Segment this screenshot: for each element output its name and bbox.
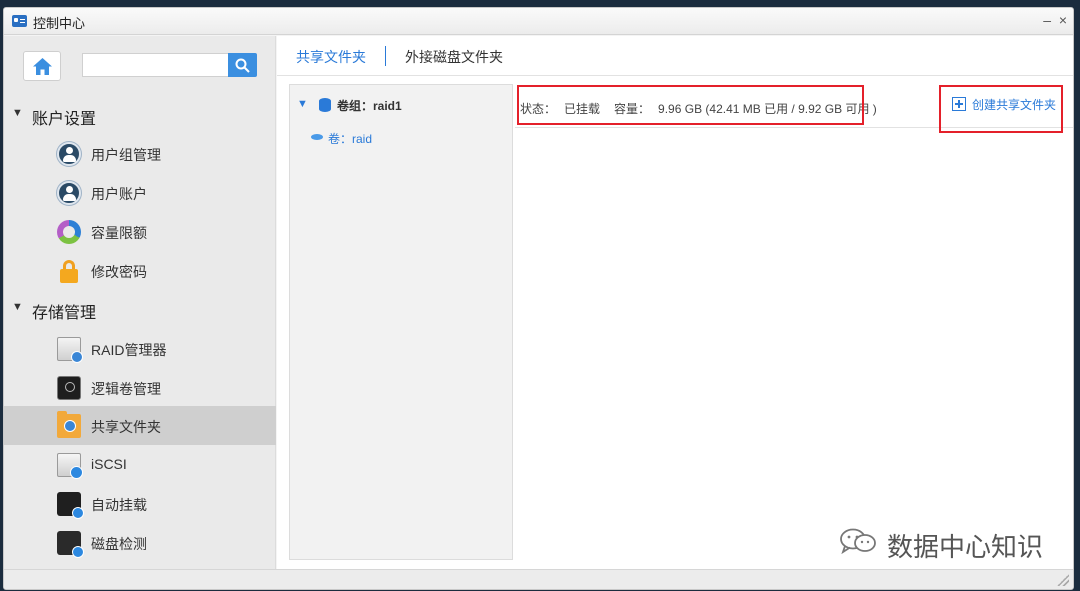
sidebar-item-label: 逻辑卷管理 bbox=[91, 381, 161, 397]
sidebar-item-change-password[interactable]: 修改密码 bbox=[4, 251, 276, 290]
home-icon bbox=[33, 58, 52, 75]
sidebar-item-shared-folders[interactable]: 共享文件夹 bbox=[4, 406, 276, 445]
sidebar-item-disk-check[interactable]: 磁盘检测 bbox=[4, 523, 276, 562]
create-highlight-box bbox=[939, 85, 1063, 133]
sidebar-item-user-accounts[interactable]: 用户账户 bbox=[4, 173, 276, 212]
watermark-text: 数据中心知识 bbox=[887, 533, 1044, 563]
disk-check-icon bbox=[57, 531, 84, 558]
section-account-settings[interactable]: ▼ 账户设置 bbox=[4, 100, 276, 130]
section-title: 存储管理 bbox=[32, 305, 97, 322]
sidebar-item-raid-manager[interactable]: RAID管理器 bbox=[4, 329, 276, 368]
tab-external-disk-folders[interactable]: 外接磁盘文件夹 bbox=[405, 47, 503, 67]
tree-node-volume[interactable]: 卷：raid bbox=[290, 128, 512, 148]
volume-label: 卷：raid bbox=[328, 132, 373, 146]
sidebar-item-label: 容量限额 bbox=[91, 225, 147, 241]
sidebar-item-auto-mount[interactable]: 自动挂载 bbox=[4, 484, 276, 523]
sidebar-item-label: 用户账户 bbox=[91, 186, 147, 202]
raid-icon bbox=[57, 337, 83, 363]
window-title: 控制中心 bbox=[33, 16, 86, 31]
volume-icon bbox=[311, 134, 323, 140]
sidebar-item-quota[interactable]: 容量限额 bbox=[4, 212, 276, 251]
tree-node-volume-group[interactable]: ▼ 卷组：raid1 bbox=[290, 95, 512, 117]
caret-down-icon[interactable]: ▼ bbox=[297, 98, 308, 110]
sidebar-item-lvm[interactable]: 逻辑卷管理 bbox=[4, 368, 276, 407]
home-button[interactable] bbox=[23, 51, 61, 81]
search-button[interactable] bbox=[228, 53, 257, 77]
tab-bar: 共享文件夹 外接磁盘文件夹 bbox=[277, 36, 1073, 76]
volume-tree: ▼ 卷组：raid1 卷：raid bbox=[289, 84, 513, 560]
iscsi-icon bbox=[57, 453, 83, 479]
tab-divider bbox=[385, 46, 386, 66]
resize-grip-icon[interactable] bbox=[1057, 574, 1069, 586]
search-input[interactable] bbox=[82, 53, 228, 77]
tab-shared-folders[interactable]: 共享文件夹 bbox=[296, 47, 366, 67]
caret-down-icon: ▼ bbox=[12, 107, 23, 119]
shared-folder-icon bbox=[57, 411, 81, 438]
sidebar: ▼ 账户设置 用户组管理 用户账户 容量限额 修改密码 ▼ 存储管理 RAID管… bbox=[4, 36, 276, 569]
close-button[interactable]: × bbox=[1059, 12, 1067, 28]
sidebar-item-label: RAID管理器 bbox=[91, 342, 167, 358]
sidebar-item-label: 自动挂载 bbox=[91, 497, 147, 513]
sidebar-item-label: 共享文件夹 bbox=[91, 419, 161, 435]
status-bar bbox=[4, 569, 1073, 589]
user-group-icon bbox=[57, 142, 81, 166]
sidebar-item-iscsi[interactable]: iSCSI bbox=[4, 445, 276, 484]
control-center-window: 控制中心 – × ▼ 账户设置 用户组管理 用户账户 容量限额 修改密码 ▼ 存… bbox=[3, 7, 1074, 590]
user-account-icon bbox=[57, 181, 81, 205]
section-title: 账户设置 bbox=[32, 111, 97, 128]
quota-icon bbox=[57, 220, 81, 244]
lock-icon bbox=[57, 259, 81, 283]
sidebar-item-user-groups[interactable]: 用户组管理 bbox=[4, 134, 276, 173]
wechat-icon bbox=[840, 528, 876, 554]
main-panel: 共享文件夹 外接磁盘文件夹 ▼ 卷组：raid1 卷：raid 状态： 已挂载 容量… bbox=[277, 36, 1073, 569]
sidebar-item-label: 修改密码 bbox=[91, 264, 147, 280]
title-bar[interactable]: 控制中心 – × bbox=[4, 8, 1073, 35]
volume-group-label: 卷组：raid1 bbox=[337, 99, 402, 113]
search-icon bbox=[235, 58, 250, 73]
sidebar-item-label: 用户组管理 bbox=[91, 147, 161, 163]
control-center-icon bbox=[12, 15, 27, 27]
info-highlight-box bbox=[517, 85, 864, 125]
section-storage-management[interactable]: ▼ 存储管理 bbox=[4, 294, 276, 324]
sidebar-item-label: iSCSI bbox=[91, 456, 127, 472]
sidebar-item-label: 磁盘检测 bbox=[91, 536, 147, 552]
auto-mount-icon bbox=[57, 492, 84, 519]
minimize-button[interactable]: – bbox=[1043, 12, 1051, 28]
caret-down-icon: ▼ bbox=[12, 301, 23, 313]
database-icon bbox=[319, 98, 331, 112]
lvm-icon bbox=[57, 376, 81, 400]
